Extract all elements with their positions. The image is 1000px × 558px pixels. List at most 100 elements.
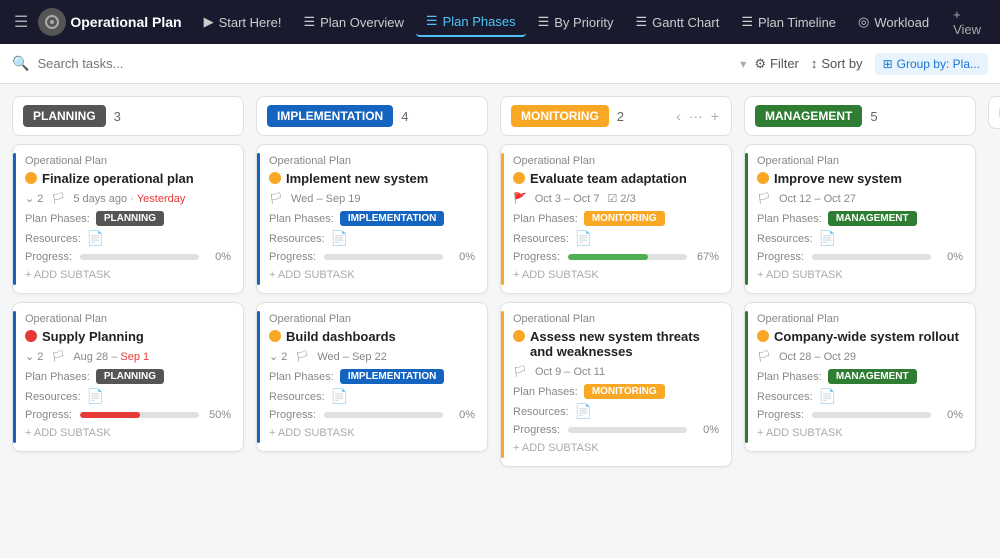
add-subtask-button[interactable]: + ADD SUBTASK — [25, 265, 231, 285]
tab-gantt[interactable]: ☰ Gantt Chart — [625, 8, 729, 36]
tab-overview[interactable]: ☰ Plan Overview — [293, 8, 413, 36]
add-view-button[interactable]: + View — [945, 3, 992, 41]
subtask-icon: ⌄ — [25, 350, 34, 363]
card-c6[interactable]: Operational Plan Assess new system threat… — [500, 302, 732, 467]
search-actions: ⚙ Filter ↕ Sort by ⊞ Group by: Pla... — [754, 53, 988, 75]
status-dot — [25, 172, 37, 184]
group-icon: ⊞ — [883, 57, 893, 71]
search-chevron-icon[interactable]: ▾ — [740, 57, 746, 71]
card-resources-row: Resources:📄 — [513, 230, 719, 247]
card-c3[interactable]: Operational PlanImplement new system🏳Wed… — [256, 144, 488, 294]
card-phase-label: Plan Phases: — [513, 213, 578, 225]
add-subtask-button[interactable]: + ADD SUBTASK — [757, 265, 963, 285]
status-dot — [757, 172, 769, 184]
add-subtask-button[interactable]: + ADD SUBTASK — [513, 438, 719, 458]
tab-workload[interactable]: ◎ Workload — [848, 8, 939, 36]
tab-priority[interactable]: ☰ By Priority — [528, 8, 624, 36]
card-title-text: Assess new system threats and weaknesses — [530, 329, 719, 359]
progress-bar-bg — [324, 254, 443, 260]
card-c8[interactable]: Operational PlanCompany-wide system roll… — [744, 302, 976, 452]
app-logo — [38, 8, 66, 36]
card-title: Finalize operational plan — [25, 171, 231, 186]
tab-start[interactable]: ▶ Start Here! — [194, 8, 292, 36]
progress-bar-bg — [812, 254, 931, 260]
sort-label: Sort by — [821, 56, 862, 71]
card-resources-row: Resources:📄 — [757, 230, 963, 247]
progress-bar-bg — [80, 412, 199, 418]
card-left-bar — [13, 311, 16, 443]
card-c7[interactable]: Operational PlanImprove new system🏳Oct 1… — [744, 144, 976, 294]
card-subtask-count: ⌄ 2 — [25, 350, 43, 363]
card-project: Operational Plan — [269, 313, 475, 325]
card-phase-badge: PLANNING — [96, 369, 164, 384]
column-badge-monitoring: MONITORING — [511, 105, 609, 127]
card-title: Implement new system — [269, 171, 475, 186]
card-c1[interactable]: Operational PlanFinalize operational pla… — [12, 144, 244, 294]
card-title-text: Evaluate team adaptation — [530, 171, 687, 186]
col-dots-icon[interactable]: ··· — [687, 106, 705, 126]
card-date: Oct 3 – Oct 7 — [535, 193, 600, 205]
card-progress-row: Progress:0% — [513, 424, 719, 436]
card-phase-row: Plan Phases:MONITORING — [513, 384, 719, 399]
card-phase-row: Plan Phases:PLANNING — [25, 369, 231, 384]
hamburger-icon[interactable]: ☰ — [8, 8, 34, 36]
add-subtask-button[interactable]: + ADD SUBTASK — [513, 265, 719, 285]
card-progress-label: Progress: — [757, 409, 804, 421]
tab-timeline-label: Plan Timeline — [758, 15, 836, 30]
filter-button[interactable]: ⚙ Filter — [754, 56, 799, 72]
file-icon: 📄 — [575, 230, 592, 247]
card-c4[interactable]: Operational PlanBuild dashboards⌄ 2🏳Wed … — [256, 302, 488, 452]
card-phase-badge: PLANNING — [96, 211, 164, 226]
card-meta: 🏳Oct 12 – Oct 27 — [757, 192, 963, 205]
progress-bar-bg — [568, 254, 687, 260]
card-resources-label: Resources: — [25, 233, 81, 245]
card-flag: 🏳 — [757, 350, 771, 363]
card-c2[interactable]: Operational PlanSupply Planning⌄ 2🏳Aug 2… — [12, 302, 244, 452]
card-meta: 🚩Oct 3 – Oct 7☑ 2/3 — [513, 192, 719, 205]
add-subtask-button[interactable]: + ADD SUBTASK — [757, 423, 963, 443]
card-title-text: Improve new system — [774, 171, 902, 186]
tab-timeline[interactable]: ☰ Plan Timeline — [731, 8, 846, 36]
card-progress-label: Progress: — [25, 409, 72, 421]
file-icon: 📄 — [575, 403, 592, 420]
card-resources-row: Resources:📄 — [513, 403, 719, 420]
col-add-icon[interactable]: + — [709, 106, 721, 126]
column-header-implementation: IMPLEMENTATION4 — [256, 96, 488, 136]
tab-priority-icon: ☰ — [538, 14, 550, 30]
card-checklist: ☑ 2/3 — [608, 192, 636, 205]
search-input[interactable] — [37, 56, 732, 71]
card-phase-badge: MANAGEMENT — [828, 369, 917, 384]
filter-icon: ⚙ — [754, 56, 766, 72]
search-bar: 🔍 ▾ ⚙ Filter ↕ Sort by ⊞ Group by: Pla..… — [0, 44, 1000, 84]
card-flag: 🏳 — [269, 192, 283, 205]
card-phase-label: Plan Phases: — [513, 386, 578, 398]
card-project: Operational Plan — [757, 313, 963, 325]
add-subtask-button[interactable]: + ADD SUBTASK — [25, 423, 231, 443]
group-button[interactable]: ⊞ Group by: Pla... — [875, 53, 988, 75]
col-prev-icon[interactable]: ‹ — [674, 106, 683, 126]
card-project: Operational Plan — [25, 313, 231, 325]
card-resources-row: Resources:📄 — [25, 388, 231, 405]
status-dot — [25, 330, 37, 342]
top-nav: ☰ Operational Plan ▶ Start Here! ☰ Plan … — [0, 0, 1000, 44]
card-project: Operational Plan — [513, 313, 719, 325]
column-badge-management: MANAGEMENT — [755, 105, 862, 127]
add-subtask-button[interactable]: + ADD SUBTASK — [269, 265, 475, 285]
card-meta: ⌄ 2🏳Aug 28 – Sep 1 — [25, 350, 231, 363]
card-c5[interactable]: Operational PlanEvaluate team adaptation… — [500, 144, 732, 294]
sort-button[interactable]: ↕ Sort by — [811, 56, 863, 71]
card-date: Wed – Sep 19 — [291, 193, 361, 205]
card-left-bar — [745, 311, 748, 443]
card-date: Oct 28 – Oct 29 — [779, 351, 856, 363]
card-resources-label: Resources: — [757, 233, 813, 245]
card-title: Assess new system threats and weaknesses — [513, 329, 719, 359]
card-phase-row: Plan Phases:MANAGEMENT — [757, 369, 963, 384]
card-title-text: Finalize operational plan — [42, 171, 194, 186]
card-progress-row: Progress:0% — [757, 409, 963, 421]
card-progress-label: Progress: — [513, 424, 560, 436]
filter-label: Filter — [770, 56, 799, 71]
tab-timeline-icon: ☰ — [741, 14, 753, 30]
tab-phases[interactable]: ☰ Plan Phases — [416, 7, 526, 37]
progress-pct: 0% — [207, 251, 231, 263]
add-subtask-button[interactable]: + ADD SUBTASK — [269, 423, 475, 443]
